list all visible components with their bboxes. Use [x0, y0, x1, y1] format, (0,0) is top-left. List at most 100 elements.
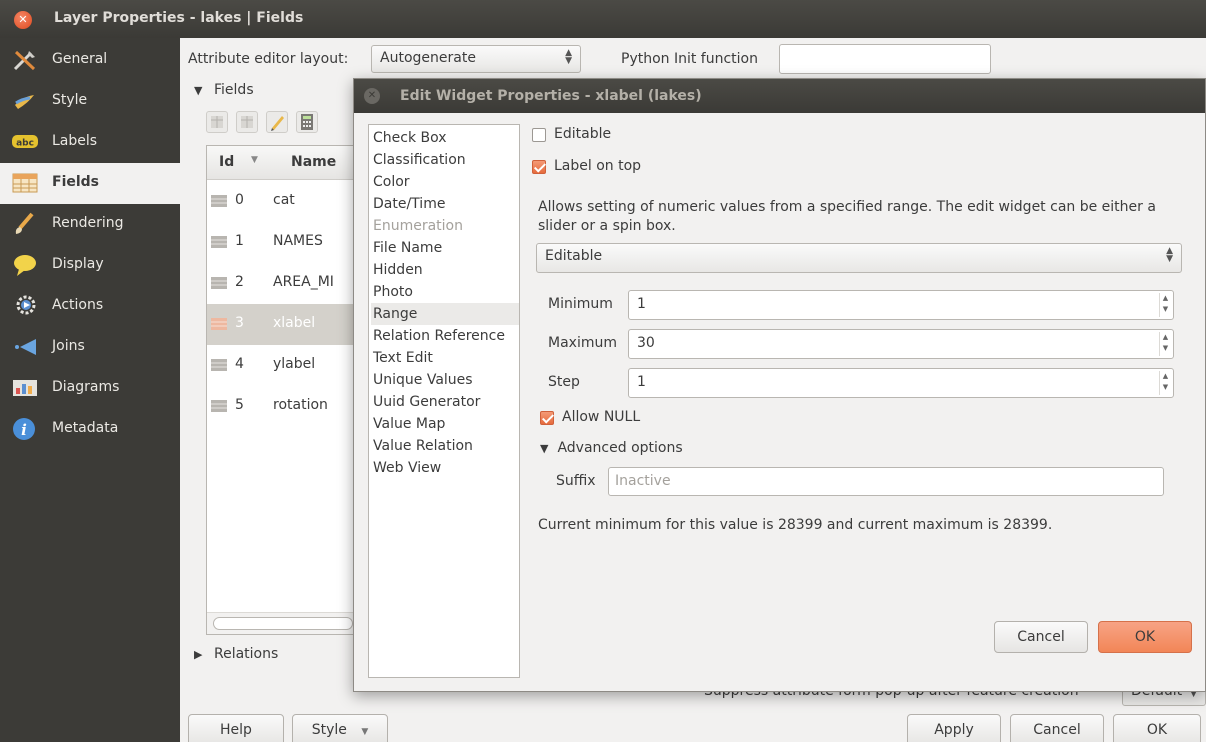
range-mode-value: Editable: [545, 248, 603, 264]
sidebar-item-label: Fields: [52, 174, 100, 190]
editable-label: Editable: [554, 126, 612, 142]
relations-section-toggle[interactable]: ▶ Relations: [194, 646, 278, 662]
fields-section-toggle[interactable]: ▼ Fields: [194, 82, 254, 98]
help-button[interactable]: Help: [188, 714, 284, 742]
widget-item-classification[interactable]: Classification: [371, 149, 519, 171]
widget-item-color[interactable]: Color: [371, 171, 519, 193]
maximum-spinbox[interactable]: 30 ▲ ▼: [628, 329, 1174, 359]
scrollbar-thumb[interactable]: [213, 617, 353, 630]
label-on-top-label: Label on top: [554, 158, 642, 174]
sidebar-item-label: Joins: [52, 338, 85, 354]
sidebar-item-style[interactable]: Style: [0, 81, 180, 122]
allow-null-checkbox[interactable]: [540, 411, 554, 425]
sidebar-item-label: Diagrams: [52, 379, 120, 395]
widget-item-unique-values[interactable]: Unique Values: [371, 369, 519, 391]
new-field-button[interactable]: [206, 111, 228, 133]
sidebar-item-label: Display: [52, 256, 104, 272]
sidebar-item-diagrams[interactable]: Diagrams: [0, 368, 180, 409]
attr-layout-value: Autogenerate: [380, 50, 476, 66]
sidebar-item-label: Metadata: [52, 420, 119, 436]
dialog-ok-button[interactable]: OK: [1098, 621, 1192, 653]
sidebar-item-rendering[interactable]: Rendering: [0, 204, 180, 245]
widget-type-list: Check Box Classification Color Date/Time…: [368, 124, 520, 678]
row-id: 1: [235, 233, 244, 249]
range-description: Allows setting of numeric values from a …: [538, 199, 1156, 234]
sidebar-item-fields[interactable]: Fields: [0, 163, 180, 204]
sidebar: General Style abc Labels Fields Renderin…: [0, 38, 180, 742]
step-value: 1: [637, 374, 646, 390]
cancel-button[interactable]: Cancel: [1010, 714, 1104, 742]
label-on-top-checkbox[interactable]: [532, 160, 546, 174]
editable-checkbox[interactable]: [532, 128, 546, 142]
dialog-title: Edit Widget Properties - xlabel (lakes): [400, 88, 702, 104]
triangle-down-icon: ▼: [194, 84, 203, 97]
widget-item-photo[interactable]: Photo: [371, 281, 519, 303]
advanced-options-toggle[interactable]: ▼ Advanced options: [540, 440, 683, 456]
minimum-spinbox[interactable]: 1 ▲ ▼: [628, 290, 1174, 320]
row-id: 2: [235, 274, 244, 290]
triangle-down-icon: ▼: [540, 442, 549, 455]
delete-field-button[interactable]: [236, 111, 258, 133]
calculator-icon: [301, 114, 313, 130]
row-name: ylabel: [273, 356, 316, 372]
spin-arrows-icon[interactable]: ▲ ▼: [1159, 371, 1171, 395]
row-name: AREA_MI: [273, 274, 334, 290]
widget-item-check-box[interactable]: Check Box: [371, 127, 519, 149]
suffix-placeholder: Inactive: [615, 473, 671, 489]
sidebar-item-actions[interactable]: Actions: [0, 286, 180, 327]
apply-button[interactable]: Apply: [907, 714, 1001, 742]
widget-item-value-relation[interactable]: Value Relation: [371, 435, 519, 457]
field-icon: [211, 277, 227, 289]
dialog-cancel-button[interactable]: Cancel: [994, 621, 1088, 653]
tools-icon: [13, 50, 36, 71]
suffix-label: Suffix: [556, 473, 596, 489]
widget-item-date-time[interactable]: Date/Time: [371, 193, 519, 215]
row-id: 3: [235, 315, 244, 331]
edit-mode-button[interactable]: [266, 111, 288, 133]
dialog-titlebar: ✕ Edit Widget Properties - xlabel (lakes…: [354, 79, 1205, 113]
fields-section-label: Fields: [214, 82, 254, 98]
triangle-right-icon: ▶: [194, 648, 203, 661]
range-mode-select[interactable]: Editable ▲ ▼: [536, 243, 1182, 273]
row-name: NAMES: [273, 233, 323, 249]
spin-arrows-icon[interactable]: ▲ ▼: [1159, 293, 1171, 317]
step-spinbox[interactable]: 1 ▲ ▼: [628, 368, 1174, 398]
widget-item-value-map[interactable]: Value Map: [371, 413, 519, 435]
field-icon: [211, 400, 227, 412]
sidebar-item-joins[interactable]: Joins: [0, 327, 180, 368]
row-name: rotation: [273, 397, 328, 413]
widget-item-relation-reference[interactable]: Relation Reference: [371, 325, 519, 347]
style-button[interactable]: Style ▼: [292, 714, 388, 742]
sidebar-item-labels[interactable]: abc Labels: [0, 122, 180, 163]
minimum-label: Minimum: [548, 296, 613, 312]
dialog-close-button[interactable]: ✕: [364, 88, 380, 104]
widget-item-web-view[interactable]: Web View: [371, 457, 519, 479]
window-close-button[interactable]: ✕: [14, 11, 32, 29]
relations-section-label: Relations: [214, 646, 279, 662]
column-header-name[interactable]: Name: [291, 154, 336, 170]
spin-arrows-icon[interactable]: ▲ ▼: [1159, 332, 1171, 356]
edit-widget-dialog: ✕ Edit Widget Properties - xlabel (lakes…: [353, 78, 1206, 692]
sidebar-item-metadata[interactable]: i Metadata: [0, 409, 180, 450]
suffix-input[interactable]: Inactive: [608, 467, 1164, 496]
sidebar-item-display[interactable]: Display: [0, 245, 180, 286]
sidebar-item-label: Labels: [52, 133, 98, 149]
sidebar-item-general[interactable]: General: [0, 40, 180, 81]
style-button-label: Style: [311, 722, 347, 738]
attr-layout-select[interactable]: Autogenerate ▲ ▼: [371, 45, 581, 73]
ok-button[interactable]: OK: [1113, 714, 1201, 742]
row-id: 4: [235, 356, 244, 372]
widget-item-hidden[interactable]: Hidden: [371, 259, 519, 281]
row-id: 0: [235, 192, 244, 208]
brush-icon: [15, 95, 34, 109]
widget-item-uuid-generator[interactable]: Uuid Generator: [371, 391, 519, 413]
chart-icon: [13, 380, 37, 396]
python-init-input[interactable]: [779, 44, 991, 74]
widget-item-file-name[interactable]: File Name: [371, 237, 519, 259]
column-header-id[interactable]: Id: [219, 154, 234, 170]
widget-item-range[interactable]: Range: [371, 303, 519, 325]
info-icon: i: [13, 418, 35, 440]
row-name: xlabel: [273, 315, 316, 331]
widget-item-text-edit[interactable]: Text Edit: [371, 347, 519, 369]
field-calculator-button[interactable]: [296, 111, 318, 133]
